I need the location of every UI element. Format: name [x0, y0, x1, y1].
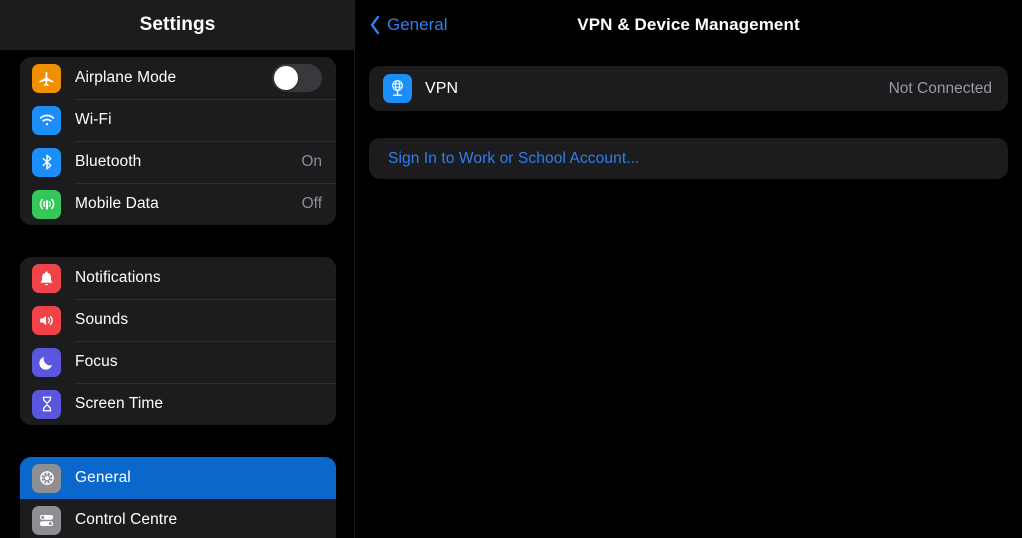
detail-body: VPN Not Connected Sign In to Work or Sch… — [355, 66, 1022, 179]
sign-in-label: Sign In to Work or School Account... — [388, 149, 640, 167]
detail-header: General VPN & Device Management — [355, 0, 1022, 50]
moon-icon — [32, 347, 61, 377]
toggle-knob — [274, 66, 298, 90]
sidebar-item-notifications[interactable]: Notifications — [20, 257, 336, 299]
chevron-left-icon — [370, 15, 380, 35]
sidebar-item-value: Off — [301, 195, 322, 212]
sidebar-group-connectivity: Airplane Mode Wi-Fi Bluetooth On Mobile … — [20, 57, 336, 225]
sidebar-item-airplane-mode[interactable]: Airplane Mode — [20, 57, 336, 99]
hourglass-icon — [32, 389, 61, 419]
detail-title: VPN & Device Management — [577, 15, 800, 34]
vpn-globe-icon — [383, 74, 412, 103]
vpn-status: Not Connected — [888, 79, 992, 97]
sidebar-item-label: Bluetooth — [75, 153, 142, 170]
sidebar-group-alerts: Notifications Sounds Focus Screen Time — [20, 257, 336, 425]
sidebar-item-wifi[interactable]: Wi-Fi — [20, 99, 336, 141]
sidebar-item-screen-time[interactable]: Screen Time — [20, 383, 336, 425]
bluetooth-icon — [32, 147, 61, 177]
gear-icon — [32, 463, 61, 493]
mobile-data-icon — [32, 189, 61, 219]
sidebar-item-focus[interactable]: Focus — [20, 341, 336, 383]
settings-sidebar: Settings Airplane Mode Wi-Fi Bluetooth O… — [0, 0, 355, 538]
sign-in-work-school-button[interactable]: Sign In to Work or School Account... — [369, 138, 1008, 179]
sidebar-item-label: Wi-Fi — [75, 111, 112, 128]
sidebar-item-label: General — [75, 469, 131, 486]
back-button[interactable]: General — [369, 0, 447, 50]
sidebar-list: Airplane Mode Wi-Fi Bluetooth On Mobile … — [0, 50, 355, 538]
signin-card: Sign In to Work or School Account... — [369, 138, 1008, 179]
sidebar-item-label: Airplane Mode — [75, 69, 177, 86]
sidebar-item-mobile-data[interactable]: Mobile Data Off — [20, 183, 336, 225]
sidebar-item-value: On — [301, 153, 322, 170]
detail-pane: General VPN & Device Management VPN Not … — [355, 0, 1022, 538]
vpn-row[interactable]: VPN Not Connected — [369, 66, 1008, 111]
sidebar-item-label: Mobile Data — [75, 195, 159, 212]
settings-screen: Settings Airplane Mode Wi-Fi Bluetooth O… — [0, 0, 1022, 538]
sidebar-item-label: Control Centre — [75, 511, 178, 528]
bell-icon — [32, 263, 61, 293]
control-centre-icon — [32, 505, 61, 535]
page-title: Settings — [139, 14, 216, 35]
sidebar-group-system: General Control Centre — [20, 457, 336, 538]
sidebar-item-label: Notifications — [75, 269, 161, 286]
sidebar-item-sounds[interactable]: Sounds — [20, 299, 336, 341]
sidebar-item-label: Screen Time — [75, 395, 164, 412]
vpn-card: VPN Not Connected — [369, 66, 1008, 111]
sidebar-item-label: Focus — [75, 353, 118, 370]
back-button-label: General — [387, 15, 448, 34]
sidebar-item-bluetooth[interactable]: Bluetooth On — [20, 141, 336, 183]
sidebar-item-general[interactable]: General — [20, 457, 336, 499]
speaker-icon — [32, 305, 61, 335]
airplane-mode-toggle[interactable] — [272, 64, 322, 92]
sidebar-item-label: Sounds — [75, 311, 129, 328]
wifi-icon — [32, 105, 61, 135]
vpn-label: VPN — [425, 79, 459, 97]
sidebar-header: Settings — [0, 0, 355, 50]
airplane-icon — [32, 63, 61, 93]
sidebar-item-control-centre[interactable]: Control Centre — [20, 499, 336, 538]
